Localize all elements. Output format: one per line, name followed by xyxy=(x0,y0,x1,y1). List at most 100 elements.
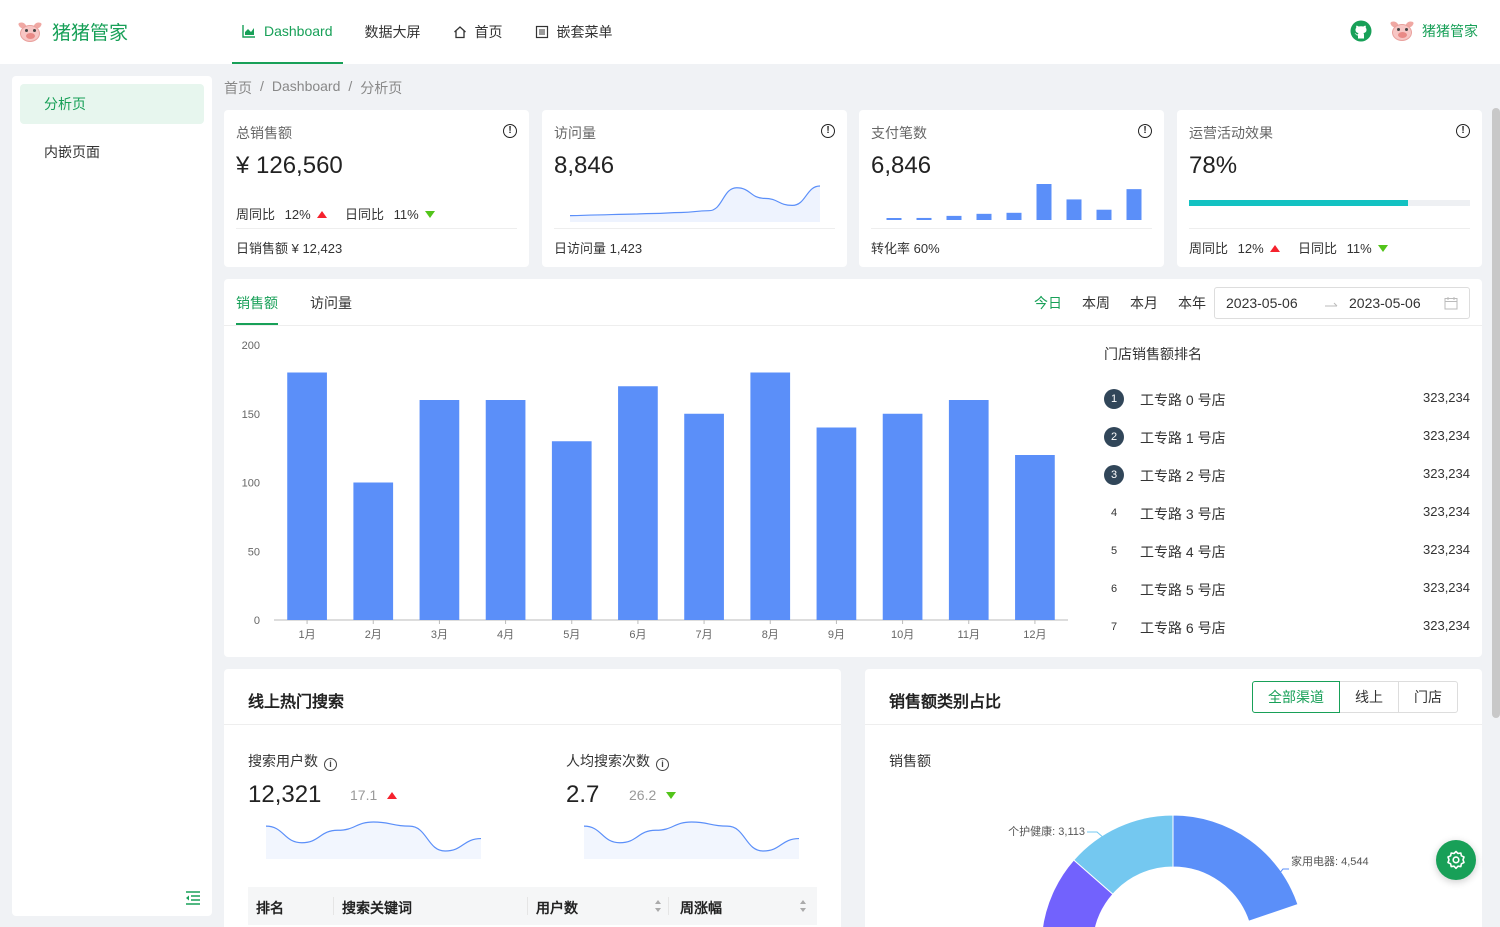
app-logo[interactable]: 猪猪管家 xyxy=(18,18,128,45)
change-value: 26.2 xyxy=(629,787,657,803)
caret-up-icon xyxy=(1269,245,1280,252)
breadcrumb-separator: / xyxy=(260,78,264,94)
range-month[interactable]: 本月 xyxy=(1130,293,1158,313)
area-chart-icon xyxy=(242,25,255,38)
sidebar-item-analysis[interactable]: 分析页 xyxy=(20,84,204,124)
bar xyxy=(1066,199,1082,220)
y-tick-label: 50 xyxy=(248,546,260,558)
column-rank: 排名 xyxy=(256,900,284,916)
info-icon[interactable]: i xyxy=(656,758,669,771)
nav-item-dashboard[interactable]: Dashboard xyxy=(232,0,343,64)
store-sales: 323,234 xyxy=(1423,618,1470,633)
card-header: 线上热门搜索 xyxy=(224,669,841,725)
sales-card: 销售额 访问量 今日 本周 本月 本年 2023-05-06 2023-05-0… xyxy=(224,279,1482,657)
category-share-card: 销售额类别占比 全部渠道 线上 门店 销售额 家用电器: 4,544 个护健康: … xyxy=(865,669,1482,927)
range-selector: 今日 本周 本月 本年 xyxy=(1034,293,1206,313)
rank-number: 2 xyxy=(1104,427,1124,447)
list-icon xyxy=(535,25,548,39)
rank-row: 7 工专路 6 号店 323,234 xyxy=(1104,617,1470,637)
segment-all-channels[interactable]: 全部渠道 xyxy=(1252,681,1340,713)
nav-item-nested-menu[interactable]: 嵌套菜单 xyxy=(525,0,623,64)
avg-search-line-chart xyxy=(584,821,799,859)
avg-search-change: 26.2 xyxy=(629,787,677,803)
pie-subtitle: 销售额 xyxy=(889,753,931,769)
bar xyxy=(1015,455,1055,620)
breadcrumb-current: 分析页 xyxy=(360,80,403,96)
segment-store[interactable]: 门店 xyxy=(1398,681,1458,713)
sidebar-item-embedded[interactable]: 内嵌页面 xyxy=(20,132,204,172)
github-icon[interactable] xyxy=(1350,20,1372,42)
bar xyxy=(886,218,902,220)
column-separator xyxy=(527,897,528,915)
range-week[interactable]: 本周 xyxy=(1082,293,1110,313)
rank-number: 5 xyxy=(1110,545,1118,557)
store-sales: 323,234 xyxy=(1423,580,1470,595)
trend-label: 周同比 xyxy=(236,207,276,222)
info-icon[interactable]: ! xyxy=(1456,124,1470,138)
settings-button[interactable] xyxy=(1436,840,1476,880)
info-icon[interactable]: ! xyxy=(503,124,517,138)
sort-icon[interactable] xyxy=(654,899,662,913)
caret-down-icon xyxy=(666,792,677,799)
card-title: 销售额类别占比 xyxy=(889,694,1002,711)
nav-item-big-screen[interactable]: 数据大屏 xyxy=(355,0,431,64)
channel-segmented: 全部渠道 线上 门店 xyxy=(1252,681,1458,713)
column-users[interactable]: 用户数 xyxy=(536,898,578,918)
range-today[interactable]: 今日 xyxy=(1034,293,1062,313)
stat-footer: 转化率 60% xyxy=(871,241,940,256)
trend-label: 周同比 xyxy=(1189,241,1229,256)
header-right: 猪猪管家 xyxy=(1350,20,1478,42)
bar xyxy=(1096,209,1112,220)
top-header: 猪猪管家 Dashboard 数据大屏 首页 嵌套菜单 猪猪管家 xyxy=(0,0,1500,64)
day-trend: 日同比 11% xyxy=(345,204,435,223)
avatar xyxy=(1390,20,1414,42)
trend-label: 日同比 xyxy=(1298,241,1338,256)
store-name: 工专路 5 号店 xyxy=(1140,582,1226,598)
tab-sales[interactable]: 销售额 xyxy=(236,279,278,325)
info-icon[interactable]: ! xyxy=(1138,124,1152,138)
stat-title: 支付笔数 xyxy=(871,125,927,141)
info-icon[interactable]: ! xyxy=(821,124,835,138)
bar xyxy=(684,413,724,620)
date-end[interactable]: 2023-05-06 xyxy=(1349,295,1421,311)
nav-item-label: 嵌套菜单 xyxy=(556,24,613,40)
bar xyxy=(551,441,592,620)
store-sales: 323,234 xyxy=(1423,542,1470,557)
stat-card-total-sales: 总销售额 ! ¥ 126,560 周同比 12% 日同比 11% 日销售额 ¥ … xyxy=(224,110,529,267)
divider xyxy=(554,228,835,229)
breadcrumb-dashboard[interactable]: Dashboard xyxy=(272,78,341,98)
rank-row: 5 工专路 4 号店 323,234 xyxy=(1104,541,1470,561)
store-name: 工专路 6 号店 xyxy=(1140,620,1226,636)
x-tick-label: 2月 xyxy=(365,629,382,641)
sort-icon[interactable] xyxy=(799,899,807,913)
nav-item-label: 数据大屏 xyxy=(364,24,421,40)
store-name: 工专路 0 号店 xyxy=(1140,392,1226,408)
bar xyxy=(419,400,460,620)
divider xyxy=(871,228,1152,229)
rank-row: 4 工专路 3 号店 323,234 xyxy=(1104,503,1470,523)
caret-down-icon xyxy=(424,211,435,218)
user-name: 猪猪管家 xyxy=(1422,23,1478,39)
page-scrollbar[interactable] xyxy=(1492,108,1500,718)
collapse-sidebar-icon[interactable] xyxy=(184,890,202,906)
store-sales: 323,234 xyxy=(1423,428,1470,443)
x-tick-label: 4月 xyxy=(497,629,514,641)
nav-item-label: Dashboard xyxy=(264,23,333,39)
bar xyxy=(976,213,992,220)
sidebar: 分析页 内嵌页面 xyxy=(12,76,212,916)
date-start[interactable]: 2023-05-06 xyxy=(1226,295,1298,311)
user-menu[interactable]: 猪猪管家 xyxy=(1390,20,1478,42)
tab-visits[interactable]: 访问量 xyxy=(310,279,352,325)
x-tick-label: 12月 xyxy=(1023,629,1046,641)
info-icon[interactable]: i xyxy=(324,758,337,771)
nav-item-home[interactable]: 首页 xyxy=(443,0,513,64)
breadcrumb-home[interactable]: 首页 xyxy=(224,78,252,98)
segment-online[interactable]: 线上 xyxy=(1339,681,1399,713)
x-tick-label: 9月 xyxy=(828,629,845,641)
avg-search-label: 人均搜索次数 i xyxy=(566,751,669,771)
tabs-divider xyxy=(224,325,1482,326)
column-weekly-change[interactable]: 周涨幅 xyxy=(680,898,722,918)
range-year[interactable]: 本年 xyxy=(1178,293,1206,313)
stat-title: 运营活动效果 xyxy=(1189,125,1273,141)
date-range-picker[interactable]: 2023-05-06 2023-05-06 xyxy=(1214,287,1470,319)
